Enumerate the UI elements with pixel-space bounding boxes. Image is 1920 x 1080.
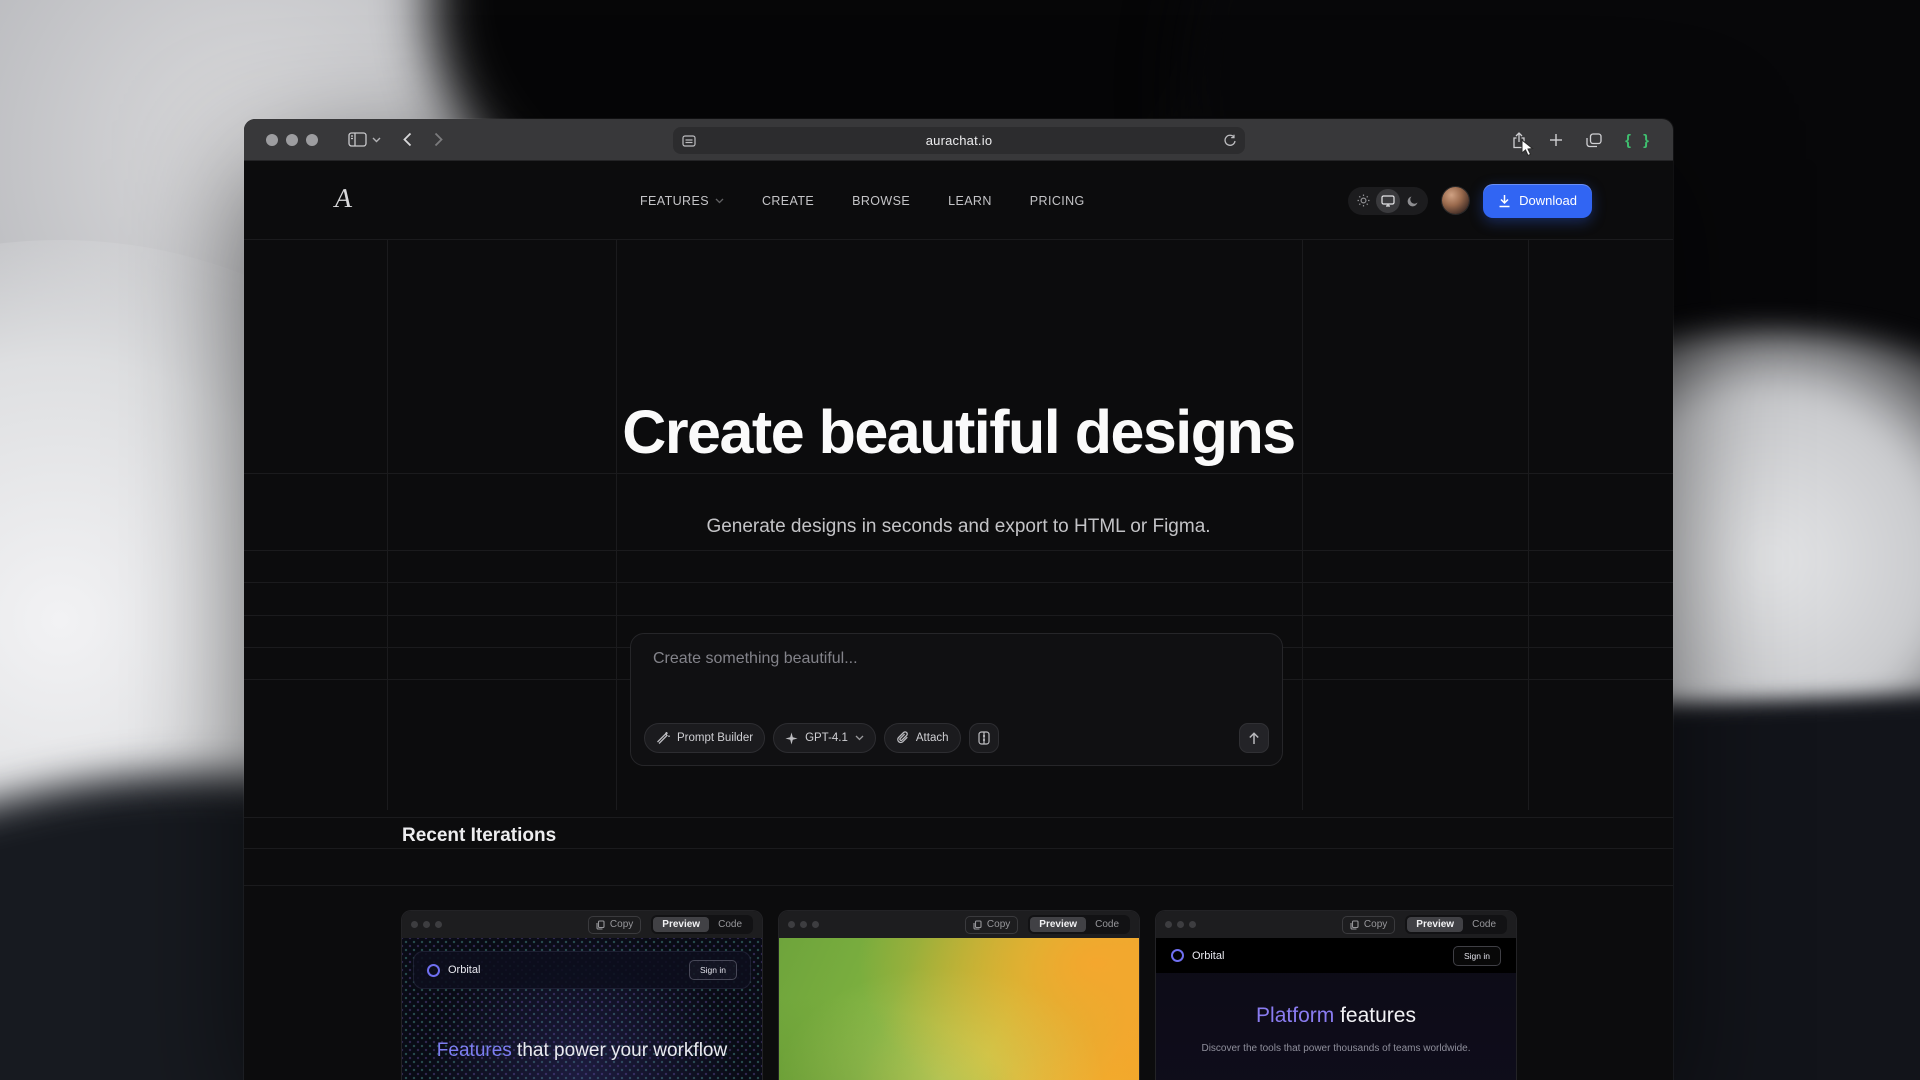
page-subtitle: Generate designs in seconds and export t… <box>244 516 1673 538</box>
preview-brand: Orbital <box>1192 950 1224 962</box>
view-toggle: Preview Code <box>1405 915 1507 934</box>
download-icon <box>1498 194 1511 208</box>
nav-link-features[interactable]: FEATURES <box>640 194 724 208</box>
preview-heading: Platform features <box>1156 1004 1516 1028</box>
zoom-button[interactable] <box>306 134 318 146</box>
card-dot <box>435 921 442 928</box>
chevron-down-icon <box>855 735 864 741</box>
webpage: A FEATURES CREATE BROWSE LEARN PRICING <box>244 161 1673 1080</box>
browser-window: aurachat.io <box>244 119 1673 1080</box>
iteration-card-gradient-art[interactable]: Copy Preview Code <box>779 911 1139 1080</box>
nav-link-learn[interactable]: LEARN <box>948 194 992 208</box>
card-preview[interactable]: Orbital Sign in Features that power your… <box>402 938 762 1080</box>
arrow-up-icon <box>1248 732 1260 745</box>
card-dot <box>1177 921 1184 928</box>
prompt-box: Prompt Builder GPT-4.1 Attach <box>630 633 1283 766</box>
copy-button[interactable]: Copy <box>588 916 641 934</box>
browser-toolbar: aurachat.io <box>244 119 1673 161</box>
code-tab[interactable]: Code <box>1086 917 1128 932</box>
board-icon <box>978 731 990 745</box>
prompt-builder-button[interactable]: Prompt Builder <box>644 723 765 753</box>
site-logo[interactable]: A <box>332 183 356 214</box>
view-toggle: Preview Code <box>651 915 753 934</box>
nav-link-pricing[interactable]: PRICING <box>1030 194 1085 208</box>
nav-link-browse[interactable]: BROWSE <box>852 194 910 208</box>
preview-signin-button[interactable]: Sign in <box>1453 946 1501 966</box>
card-dot <box>812 921 819 928</box>
card-dot <box>423 921 430 928</box>
card-dot <box>788 921 795 928</box>
components-button[interactable] <box>969 723 999 753</box>
recent-iterations-heading: Recent Iterations <box>402 825 556 847</box>
dark-mode-button[interactable] <box>1401 189 1425 213</box>
card-toolbar: Copy Preview Code <box>402 911 762 938</box>
code-tab[interactable]: Code <box>709 917 751 932</box>
minimize-button[interactable] <box>286 134 298 146</box>
copy-button[interactable]: Copy <box>965 916 1018 934</box>
mouse-cursor <box>1521 139 1655 157</box>
moon-icon <box>1407 195 1419 207</box>
page-title: Create beautiful designs <box>244 397 1673 467</box>
chevron-down-icon[interactable] <box>372 137 381 143</box>
preview-brand: Orbital <box>448 964 480 976</box>
preview-tab[interactable]: Preview <box>1030 917 1086 932</box>
site-header: A FEATURES CREATE BROWSE LEARN PRICING <box>244 161 1673 240</box>
card-dot <box>1189 921 1196 928</box>
system-mode-button[interactable] <box>1376 189 1400 213</box>
address-bar[interactable]: aurachat.io <box>673 127 1245 154</box>
sun-icon <box>1357 194 1370 207</box>
copy-icon <box>973 920 982 930</box>
orbital-logo-icon <box>1171 949 1184 962</box>
copy-button[interactable]: Copy <box>1342 916 1395 934</box>
attach-button[interactable]: Attach <box>884 723 961 753</box>
preview-subheading: Discover the tools that power thousands … <box>1156 1043 1516 1054</box>
reload-icon[interactable] <box>1223 134 1236 148</box>
theme-toggle <box>1348 187 1428 215</box>
sparkle-icon <box>785 732 798 745</box>
card-dot <box>800 921 807 928</box>
card-toolbar: Copy Preview Code <box>779 911 1139 938</box>
paperclip-icon <box>896 731 909 745</box>
main-nav: FEATURES CREATE BROWSE LEARN PRICING <box>640 161 1085 240</box>
prompt-input[interactable] <box>653 650 1260 710</box>
chevron-down-icon <box>715 198 724 204</box>
preview-navbar: Orbital Sign in <box>1156 938 1516 973</box>
url-text: aurachat.io <box>696 133 1223 148</box>
card-dot <box>1165 921 1172 928</box>
magic-pen-icon <box>656 731 670 745</box>
card-dot <box>411 921 418 928</box>
preview-tab[interactable]: Preview <box>653 917 709 932</box>
download-button[interactable]: Download <box>1483 184 1592 218</box>
preview-navbar: Orbital Sign in <box>413 951 751 989</box>
preview-tab[interactable]: Preview <box>1407 917 1463 932</box>
user-avatar[interactable] <box>1442 187 1469 214</box>
iteration-card-orbital-features[interactable]: Copy Preview Code Orbital Sign in <box>402 911 762 1080</box>
preview-heading: Features that power your workflow <box>402 1040 762 1062</box>
orbital-logo-icon <box>427 964 440 977</box>
sidebar-icon[interactable] <box>348 132 367 147</box>
display-icon <box>1381 195 1395 207</box>
light-mode-button[interactable] <box>1351 189 1375 213</box>
reader-icon[interactable] <box>682 135 696 147</box>
copy-icon <box>596 920 605 930</box>
forward-button[interactable] <box>434 132 443 147</box>
nav-link-create[interactable]: CREATE <box>762 194 814 208</box>
card-preview-gradient-art[interactable] <box>779 938 1139 1080</box>
card-preview[interactable]: Orbital Sign in Platform features Discov… <box>1156 938 1516 1080</box>
copy-icon <box>1350 920 1359 930</box>
code-tab[interactable]: Code <box>1463 917 1505 932</box>
view-toggle: Preview Code <box>1028 915 1130 934</box>
iteration-card-platform-features[interactable]: Copy Preview Code Orbital Sign in Platfo… <box>1156 911 1516 1080</box>
back-button[interactable] <box>403 132 412 147</box>
card-toolbar: Copy Preview Code <box>1156 911 1516 938</box>
submit-prompt-button[interactable] <box>1239 723 1269 753</box>
close-button[interactable] <box>266 134 278 146</box>
preview-signin-button[interactable]: Sign in <box>689 960 737 980</box>
window-controls <box>266 134 318 146</box>
model-selector[interactable]: GPT-4.1 <box>773 723 876 753</box>
